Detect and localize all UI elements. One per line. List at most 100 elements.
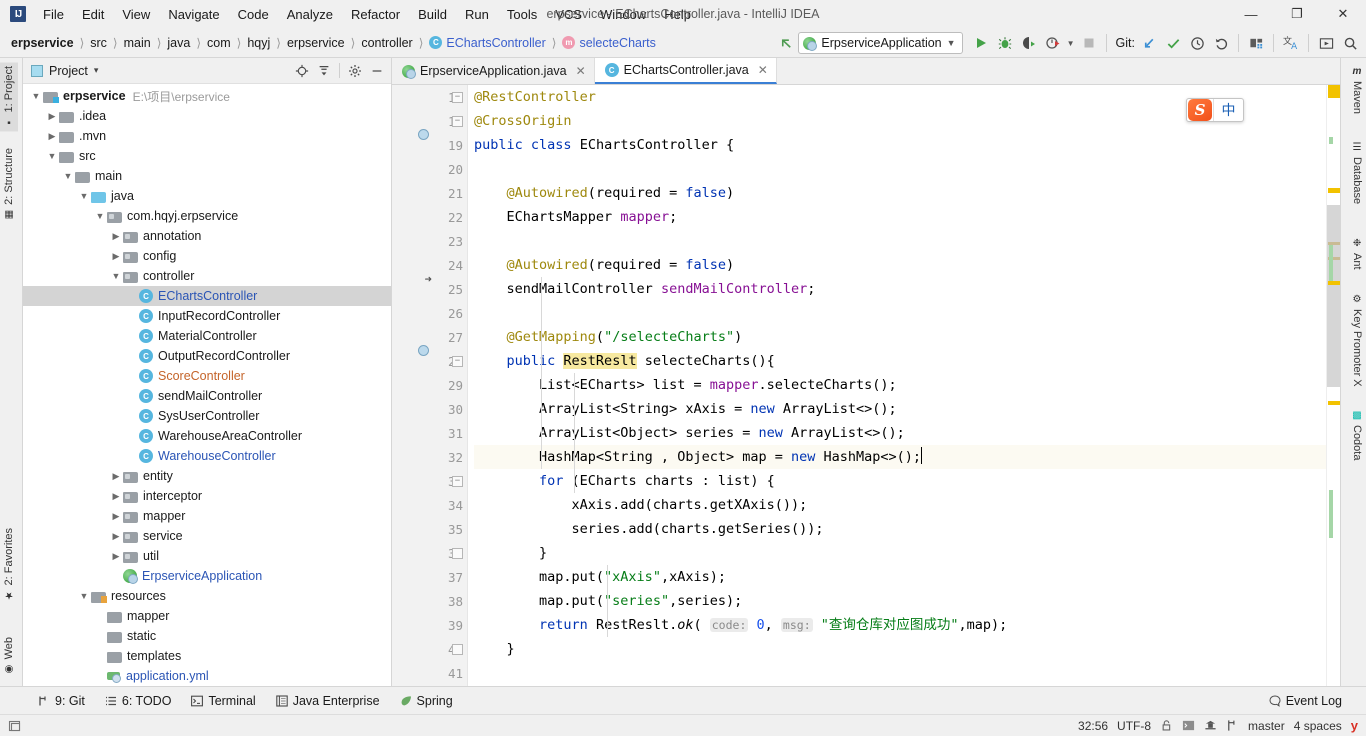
chevron-right-icon[interactable]: ▶ (109, 551, 123, 562)
run-icon[interactable] (969, 31, 993, 55)
code-line-33[interactable]: for (ECharts charts : list) { (474, 469, 1326, 493)
code-line-40[interactable]: } (474, 637, 1326, 661)
tree-node-main[interactable]: ▼ main (23, 166, 391, 186)
code-line-31[interactable]: ArrayList<Object> series = new ArrayList… (474, 421, 1326, 445)
tree-node-templates[interactable]: templates (23, 646, 391, 666)
tree-node-sysusercontroller[interactable]: C SysUserController (23, 406, 391, 426)
tree-node-scorecontroller[interactable]: C ScoreController (23, 366, 391, 386)
tree-node-static[interactable]: static (23, 626, 391, 646)
code-line-26[interactable] (474, 301, 1326, 325)
sidebar-item-maven[interactable]: m Maven (1348, 62, 1366, 118)
back-arrow-icon[interactable] (774, 31, 798, 55)
bottom-item-spring[interactable]: Spring (390, 691, 463, 711)
chevron-right-icon[interactable]: ▶ (109, 491, 123, 502)
fold-collapse-icon[interactable]: − (452, 355, 463, 367)
code-line-28[interactable]: public RestReslt selecteCharts(){ (474, 349, 1326, 373)
run-configuration-selector[interactable]: ErpserviceApplication ▼ (798, 32, 963, 54)
toggle-toolwindows-icon[interactable] (8, 719, 22, 733)
code-line-24[interactable]: @Autowired(required = false) (474, 253, 1326, 277)
code-line-39[interactable]: return RestReslt.ok( code: 0, msg: "查询仓库… (474, 613, 1326, 637)
breadcrumb-method[interactable]: m selecteCharts (559, 34, 658, 52)
tree-node-echartscontroller[interactable]: C EChartsController (23, 286, 391, 306)
code-line-34[interactable]: xAxis.add(charts.getXAxis()); (474, 493, 1326, 517)
menu-file[interactable]: File (34, 4, 73, 25)
terminal-status-icon[interactable] (1182, 719, 1195, 732)
tree-node-erpservice[interactable]: ▼ erpservice E:\项目\erpservice (23, 86, 391, 106)
bottom-item-todo[interactable]: 6: TODO (95, 691, 182, 711)
minimize-button[interactable]: — (1228, 0, 1274, 28)
menu-edit[interactable]: Edit (73, 4, 113, 25)
editor-scrollbar-thumb[interactable] (1327, 205, 1340, 387)
chevron-right-icon[interactable]: ▶ (109, 231, 123, 242)
fold-collapse-icon[interactable]: − (452, 475, 463, 487)
code-line-27[interactable]: @GetMapping("/selecteCharts") (474, 325, 1326, 349)
hide-panel-icon[interactable] (367, 61, 387, 81)
code-content[interactable]: @RestController @CrossOrigin public class … (468, 85, 1326, 686)
sidebar-item-web[interactable]: ◉ Web (0, 633, 18, 678)
tree-node--idea[interactable]: ▶ .idea (23, 106, 391, 126)
menu-refactor[interactable]: Refactor (342, 4, 409, 25)
plugin-status-icon[interactable]: y (1351, 718, 1358, 733)
menu-window[interactable]: Window (591, 4, 655, 25)
tree-node-util[interactable]: ▶ util (23, 546, 391, 566)
sidebar-item-ant[interactable]: ❉ Ant (1348, 234, 1366, 274)
sidebar-item-structure[interactable]: ▦ 2: Structure (0, 144, 18, 224)
breadcrumb-controller[interactable]: controller (358, 34, 415, 52)
gutter-icon[interactable] (427, 354, 441, 368)
editor-gutter[interactable]: −17−18 19 20 21 22 23 24 25 26 27 −28 29 30 31 32 −33 34… (392, 85, 468, 686)
breadcrumb-com[interactable]: com (204, 34, 234, 52)
code-line-20[interactable] (474, 157, 1326, 181)
tree-node-annotation[interactable]: ▶ annotation (23, 226, 391, 246)
chevron-right-icon[interactable]: ▶ (109, 531, 123, 542)
tree-node-erpserviceapplication[interactable]: ErpserviceApplication (23, 566, 391, 586)
menu-help[interactable]: Help (655, 4, 700, 25)
menu-analyze[interactable]: Analyze (278, 4, 342, 25)
chevron-down-icon[interactable]: ▼ (77, 191, 91, 201)
search-everywhere-icon[interactable] (1338, 31, 1362, 55)
run-coverage-icon[interactable] (1017, 31, 1041, 55)
menu-view[interactable]: View (113, 4, 159, 25)
sidebar-item-database[interactable]: ☰ Database (1348, 138, 1366, 208)
sidebar-item-key-promoter[interactable]: ⚙ Key Promoter X (1348, 290, 1366, 391)
marker-error-top[interactable] (1328, 85, 1340, 98)
marker-warning[interactable] (1328, 281, 1340, 285)
fold-end-icon[interactable] (452, 643, 463, 655)
translate-icon[interactable]: 文A (1279, 31, 1303, 55)
tree-node-application-yml[interactable]: application.yml (23, 666, 391, 686)
maximize-button[interactable]: ❐ (1274, 0, 1320, 28)
profile-dropdown-icon[interactable]: ▼ (1065, 31, 1077, 55)
bottom-item-git[interactable]: 9: Git (28, 691, 95, 711)
chevron-down-icon[interactable]: ▼ (93, 211, 107, 221)
tree-node-warehousecontroller[interactable]: C WarehouseController (23, 446, 391, 466)
code-line-29[interactable]: List<ECharts> list = mapper.selecteChart… (474, 373, 1326, 397)
tab-echarts-controller[interactable]: C EChartsController.java ✕ (594, 58, 777, 84)
chevron-down-icon[interactable]: ▼ (45, 151, 59, 161)
tree-node-resources[interactable]: ▼ resources (23, 586, 391, 606)
tree-node-entity[interactable]: ▶ entity (23, 466, 391, 486)
gutter-icon[interactable] (427, 114, 441, 128)
stop-icon[interactable] (1077, 31, 1101, 55)
breadcrumb-src[interactable]: src (87, 34, 110, 52)
tree-node-com-hqyj-erpservice[interactable]: ▼ com.hqyj.erpservice (23, 206, 391, 226)
close-icon[interactable]: ✕ (576, 64, 586, 78)
git-branch-name[interactable]: master (1248, 719, 1285, 733)
tree-node-warehouseareacontroller[interactable]: C WarehouseAreaController (23, 426, 391, 446)
collapse-all-icon[interactable] (314, 61, 334, 81)
tree-node-service[interactable]: ▶ service (23, 526, 391, 546)
tree-node-java[interactable]: ▼ java (23, 186, 391, 206)
fold-collapse-icon[interactable]: − (452, 115, 463, 127)
code-line-23[interactable] (474, 229, 1326, 253)
code-line-32[interactable]: HashMap<String , Object> map = new HashM… (468, 445, 1326, 469)
chevron-right-icon[interactable]: ▶ (45, 131, 59, 142)
lock-icon[interactable] (1160, 719, 1173, 732)
chevron-right-icon[interactable]: ▶ (109, 511, 123, 522)
menu-code[interactable]: Code (229, 4, 278, 25)
menu-build[interactable]: Build (409, 4, 456, 25)
menu-tools[interactable]: Tools (498, 4, 546, 25)
debug-icon[interactable] (993, 31, 1017, 55)
locate-icon[interactable] (292, 61, 312, 81)
menu-run[interactable]: Run (456, 4, 498, 25)
gutter-icon[interactable] (427, 90, 441, 104)
update-project-icon[interactable] (1137, 31, 1161, 55)
tree-node-sendmailcontroller[interactable]: CsendMailController (23, 386, 391, 406)
